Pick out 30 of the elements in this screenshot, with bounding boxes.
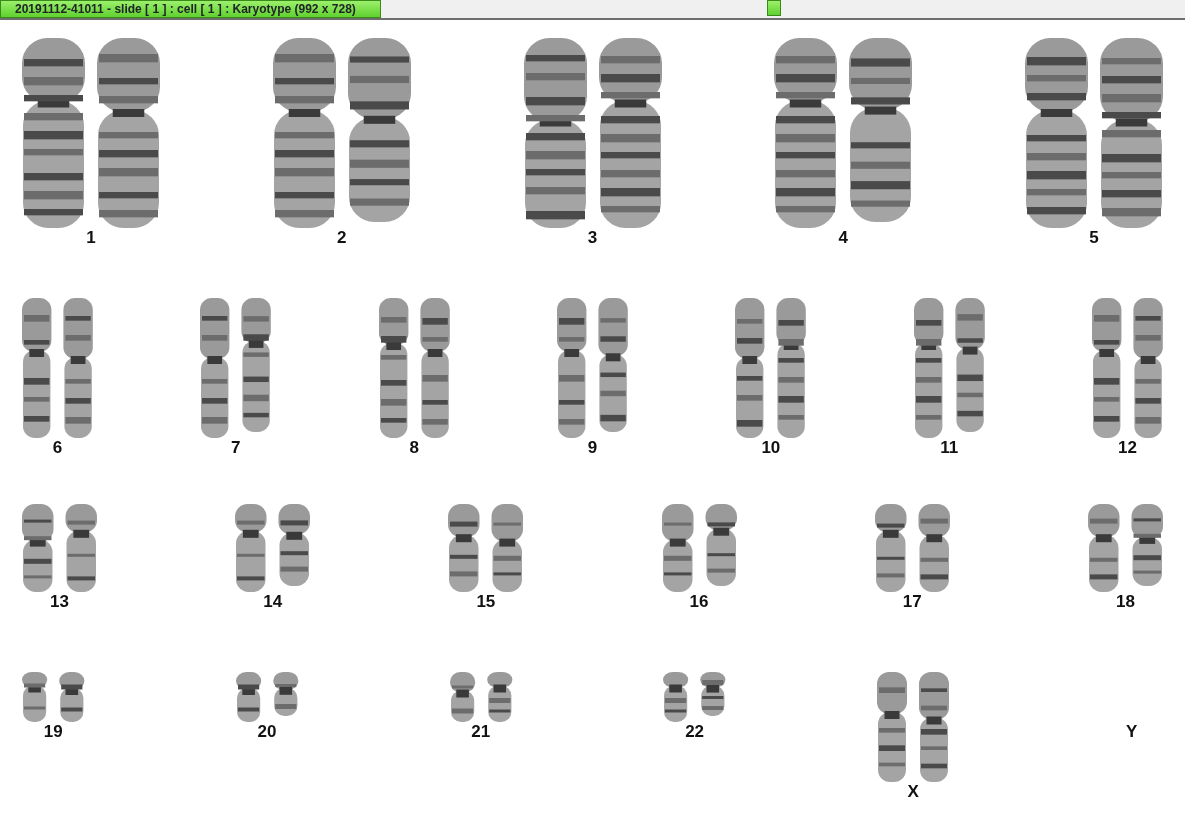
chromosome-pair-drawing [22,672,85,722]
chromosome-pair-drawing [449,672,512,722]
chromosome-label: X [907,782,919,802]
chromosome-label: 12 [1118,438,1137,458]
chromosome-label: Y [1126,722,1138,742]
chromosome-label: 11 [940,438,959,458]
chromosome-label: 8 [409,438,419,458]
chromosome-pair-drawing [235,672,299,722]
chromosome-label: 18 [1115,592,1135,612]
chromosome-label: 6 [52,438,63,458]
chromosome-label: 10 [761,438,781,458]
window-title[interactable]: 20191112-41011 - slide [ 1 ] : cell [ 1 ] : Karyotype (992 x 728) [0,0,381,18]
chromosome-label: 1 [86,228,96,248]
chromosome-label: 9 [587,438,598,458]
chromosome-label: 4 [838,228,848,248]
chromosome-label: 17 [902,592,922,612]
chromosome-label: 13 [50,592,69,612]
chromosome-label: 7 [231,438,241,458]
chromosome-label: 3 [587,228,598,248]
chromosome-label: 22 [685,722,705,742]
chromosome-label: 14 [263,592,283,612]
chromosome-label: 21 [471,722,491,742]
chromosome-label: 20 [257,722,277,742]
chromosome-label: 19 [43,722,63,742]
chromosome-label: 5 [1089,228,1099,248]
chromosome-pair-drawing [663,672,726,722]
chromosome-label: 16 [689,592,709,612]
status-indicator [767,0,781,16]
chromosome-label: 2 [337,228,347,248]
chromosome-label: 15 [476,592,496,612]
